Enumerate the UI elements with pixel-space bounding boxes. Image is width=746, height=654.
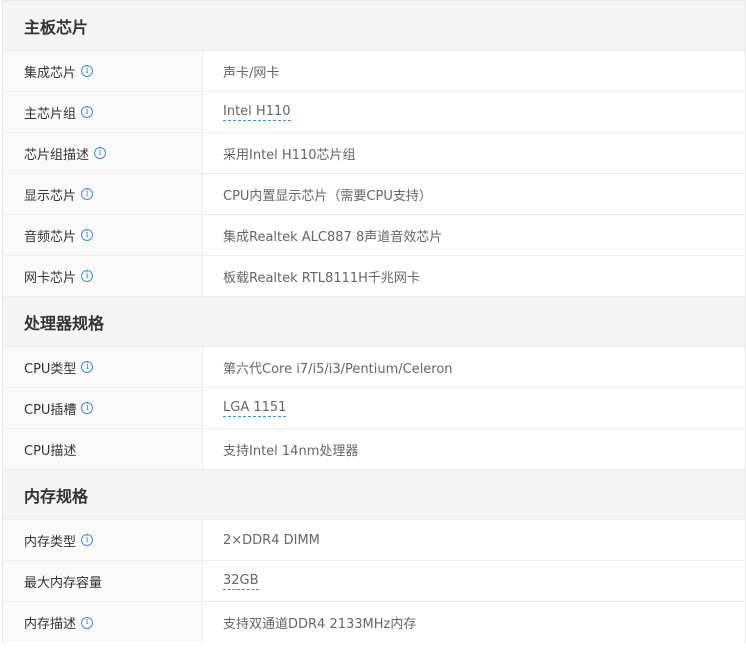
spec-label-cell: CPU插槽 i bbox=[3, 388, 203, 428]
spec-value: 2×DDR4 DIMM bbox=[223, 532, 320, 548]
spec-value-link[interactable]: LGA 1151 bbox=[223, 400, 287, 417]
spec-label: 音频芯片 bbox=[24, 229, 77, 245]
spec-row: 集成芯片 i 声卡/网卡 bbox=[3, 51, 745, 92]
spec-label-cell: 最大内存容量 bbox=[3, 561, 203, 601]
spec-value-cell: Intel H110 bbox=[203, 92, 745, 132]
spec-label-cell: 内存描述 i bbox=[3, 602, 203, 643]
spec-row: 最大内存容量 32GB bbox=[3, 561, 745, 602]
spec-label-cell: 音频芯片 i bbox=[3, 215, 203, 255]
spec-value-link[interactable]: 32GB bbox=[223, 573, 259, 590]
section-header-processor-spec: 处理器规格 bbox=[3, 297, 745, 347]
spec-row: 内存类型 i 2×DDR4 DIMM bbox=[3, 520, 745, 561]
info-icon[interactable]: i bbox=[94, 147, 107, 159]
spec-value-cell: 集成Realtek ALC887 8声道音效芯片 bbox=[203, 215, 745, 255]
spec-value-cell: 2×DDR4 DIMM bbox=[203, 520, 745, 560]
spec-value-cell: 采用Intel H110芯片组 bbox=[203, 133, 745, 173]
spec-label-cell: 芯片组描述 i bbox=[3, 133, 203, 173]
spec-label-cell: CPU类型 i bbox=[3, 347, 203, 387]
section-header-memory-spec: 内存规格 bbox=[3, 470, 745, 520]
spec-value: 支持双通道DDR4 2133MHz内存 bbox=[223, 617, 417, 632]
spec-value-cell: LGA 1151 bbox=[203, 388, 745, 428]
info-icon[interactable]: i bbox=[81, 616, 94, 629]
spec-label: 芯片组描述 bbox=[24, 147, 90, 163]
spec-value-cell: CPU内置显示芯片（需要CPU支持） bbox=[203, 174, 745, 214]
spec-value: 集成Realtek ALC887 8声道音效芯片 bbox=[223, 229, 443, 245]
info-icon[interactable]: i bbox=[81, 270, 94, 282]
spec-row: 主芯片组 i Intel H110 bbox=[3, 92, 745, 133]
spec-label-cell: 网卡芯片 i bbox=[3, 256, 203, 296]
spec-value: 支持Intel 14nm处理器 bbox=[223, 443, 359, 459]
info-icon[interactable]: i bbox=[81, 402, 94, 414]
spec-value-cell: 支持双通道DDR4 2133MHz内存 bbox=[203, 602, 745, 643]
spec-value-cell: 32GB bbox=[203, 561, 745, 601]
spec-row: 显示芯片 i CPU内置显示芯片（需要CPU支持） bbox=[3, 174, 745, 215]
spec-row: CPU描述 支持Intel 14nm处理器 bbox=[3, 429, 745, 470]
spec-value-link[interactable]: Intel H110 bbox=[223, 104, 291, 121]
section-header-mainboard-chip: 主板芯片 bbox=[3, 1, 745, 51]
spec-label: 显示芯片 bbox=[24, 188, 77, 204]
spec-value: 声卡/网卡 bbox=[223, 65, 280, 81]
info-icon[interactable]: i bbox=[81, 106, 94, 118]
spec-label-cell: CPU描述 bbox=[3, 429, 203, 469]
spec-label: 内存类型 bbox=[24, 534, 77, 550]
spec-label: 最大内存容量 bbox=[24, 575, 103, 591]
spec-row: 网卡芯片 i 板载Realtek RTL8111H千兆网卡 bbox=[3, 256, 745, 297]
spec-value: 采用Intel H110芯片组 bbox=[223, 147, 356, 163]
spec-label: 集成芯片 bbox=[24, 65, 77, 81]
spec-value-cell: 支持Intel 14nm处理器 bbox=[203, 429, 745, 469]
spec-label: 网卡芯片 bbox=[24, 270, 77, 286]
spec-label: 内存描述 bbox=[24, 617, 77, 632]
spec-row: 音频芯片 i 集成Realtek ALC887 8声道音效芯片 bbox=[3, 215, 745, 256]
spec-value-cell: 板载Realtek RTL8111H千兆网卡 bbox=[203, 256, 745, 296]
info-icon[interactable]: i bbox=[81, 188, 94, 200]
spec-row: CPU类型 i 第六代Core i7/i5/i3/Pentium/Celeron bbox=[3, 347, 745, 388]
spec-label: 主芯片组 bbox=[24, 106, 77, 122]
spec-label-cell: 内存类型 i bbox=[3, 520, 203, 560]
spec-value: CPU内置显示芯片（需要CPU支持） bbox=[223, 188, 432, 204]
spec-label-cell: 主芯片组 i bbox=[3, 92, 203, 132]
info-icon[interactable]: i bbox=[81, 65, 94, 77]
spec-value-cell: 第六代Core i7/i5/i3/Pentium/Celeron bbox=[203, 347, 745, 387]
spec-value-cell: 声卡/网卡 bbox=[203, 51, 745, 91]
spec-label-cell: 集成芯片 i bbox=[3, 51, 203, 91]
spec-value: 板载Realtek RTL8111H千兆网卡 bbox=[223, 270, 420, 286]
spec-row: CPU插槽 i LGA 1151 bbox=[3, 388, 745, 429]
spec-label: CPU类型 bbox=[24, 361, 77, 377]
spec-row: 内存描述 i 支持双通道DDR4 2133MHz内存 bbox=[3, 602, 745, 643]
spec-value: 第六代Core i7/i5/i3/Pentium/Celeron bbox=[223, 361, 453, 377]
info-icon[interactable]: i bbox=[81, 361, 94, 373]
info-icon[interactable]: i bbox=[81, 534, 94, 546]
spec-label: CPU插槽 bbox=[24, 402, 77, 418]
spec-table: 主板芯片 集成芯片 i 声卡/网卡 主芯片组 i Intel H110 芯片组描… bbox=[2, 0, 746, 643]
spec-label: CPU描述 bbox=[24, 443, 77, 459]
spec-row: 芯片组描述 i 采用Intel H110芯片组 bbox=[3, 133, 745, 174]
info-icon[interactable]: i bbox=[81, 229, 94, 241]
spec-label-cell: 显示芯片 i bbox=[3, 174, 203, 214]
